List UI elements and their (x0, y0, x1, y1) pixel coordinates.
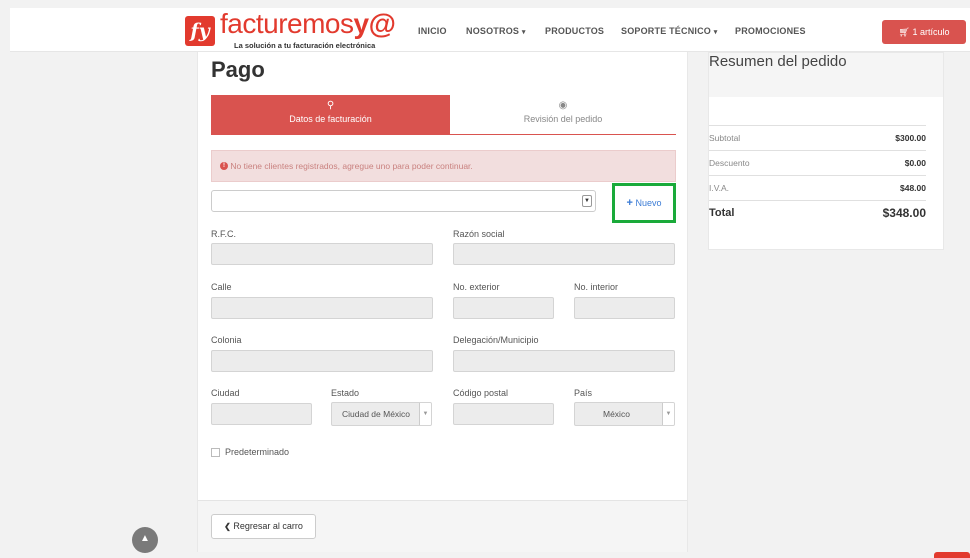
chevron-down-icon: ▼ (662, 403, 674, 425)
tab-revision-pedido[interactable]: ◉ Revisión del pedido (450, 95, 676, 135)
label-no-interior: No. interior (574, 282, 619, 292)
label-colonia: Colonia (211, 335, 242, 345)
checkout-panel: Pago ⚲ Datos de facturación ◉ Revisión d… (197, 52, 688, 552)
predeterminado-checkbox[interactable] (211, 448, 220, 457)
logo-tagline: La solución a tu facturación electrónica (234, 41, 376, 50)
exclamation-circle-icon: ! (220, 161, 228, 170)
label-delegacion: Delegación/Municipio (453, 335, 539, 345)
order-summary: Resumen del pedido Subtotal $300.00 Desc… (708, 52, 944, 250)
label-razon-social: Razón social (453, 229, 505, 239)
new-client-button[interactable]: + Nuevo (612, 183, 676, 223)
estado-select[interactable]: Ciudad de México ▼ (331, 402, 432, 426)
back-to-cart-button[interactable]: ❮ Regresar al carro (211, 514, 316, 539)
chevron-down-icon: ▾ (521, 29, 526, 36)
summary-title: Resumen del pedido (709, 53, 943, 97)
razon-social-field[interactable] (453, 243, 675, 265)
tab-datos-facturacion[interactable]: ⚲ Datos de facturación (211, 95, 450, 135)
label-calle: Calle (211, 282, 232, 292)
label-codigo-postal: Código postal (453, 388, 509, 398)
chevron-up-icon: ▲ (140, 533, 150, 544)
delegacion-field[interactable] (453, 350, 675, 372)
cart-button[interactable]: 🛒︎ 1 artículo (882, 20, 966, 44)
summary-row-descuento: Descuento $0.00 (709, 150, 926, 175)
summary-row-total: Total $348.00 (709, 200, 926, 225)
logo-wordmark: facturemosy@ (220, 8, 396, 39)
scroll-to-top-button[interactable]: ▲ (132, 527, 158, 553)
nav-nosotros[interactable]: NOSOTROS ▾ (466, 26, 526, 36)
page-title: Pago (211, 57, 265, 82)
pais-select[interactable]: México ▼ (574, 402, 675, 426)
rfc-field[interactable] (211, 243, 433, 265)
label-pais: País (574, 388, 593, 398)
chevron-down-icon: ▼ (419, 403, 431, 425)
colonia-field[interactable] (211, 350, 433, 372)
map-pin-icon: ⚲ (326, 100, 335, 111)
panel-footer: ❮ Regresar al carro (198, 500, 687, 552)
client-select[interactable]: ▼ (211, 190, 596, 212)
cart-icon: 🛒︎ (898, 27, 910, 37)
eye-icon: ◉ (558, 100, 568, 111)
no-exterior-field[interactable] (453, 297, 554, 319)
nav-inicio[interactable]: INICIO (418, 26, 447, 36)
calle-field[interactable] (211, 297, 433, 319)
chevron-left-icon: ❮ (224, 522, 231, 531)
nav-promociones[interactable]: PROMOCIONES (735, 26, 806, 36)
ciudad-field[interactable] (211, 403, 312, 425)
label-estado: Estado (331, 388, 360, 398)
nav-soporte[interactable]: SOPORTE TÉCNICO ▾ (621, 26, 717, 36)
alert-no-clients: ! No tiene clientes registrados, agregue… (211, 150, 676, 182)
label-no-exterior: No. exterior (453, 282, 500, 292)
summary-row-subtotal: Subtotal $300.00 (709, 125, 926, 150)
corner-widget[interactable] (934, 552, 970, 558)
summary-row-iva: I.V.A. $48.00 (709, 175, 926, 200)
label-ciudad: Ciudad (211, 388, 240, 398)
no-interior-field[interactable] (574, 297, 675, 319)
codigo-postal-field[interactable] (453, 403, 554, 425)
top-navbar: fy facturemosy@ La solución a tu factura… (10, 8, 970, 52)
label-predeterminado: Predeterminado (225, 447, 290, 457)
chevron-down-icon: ▾ (713, 29, 718, 36)
chevron-down-icon: ▼ (582, 195, 592, 207)
label-rfc: R.F.C. (211, 229, 237, 239)
nav-productos[interactable]: PRODUCTOS (545, 26, 604, 36)
plus-icon: + (626, 197, 633, 209)
logo-badge: fy (185, 16, 215, 46)
